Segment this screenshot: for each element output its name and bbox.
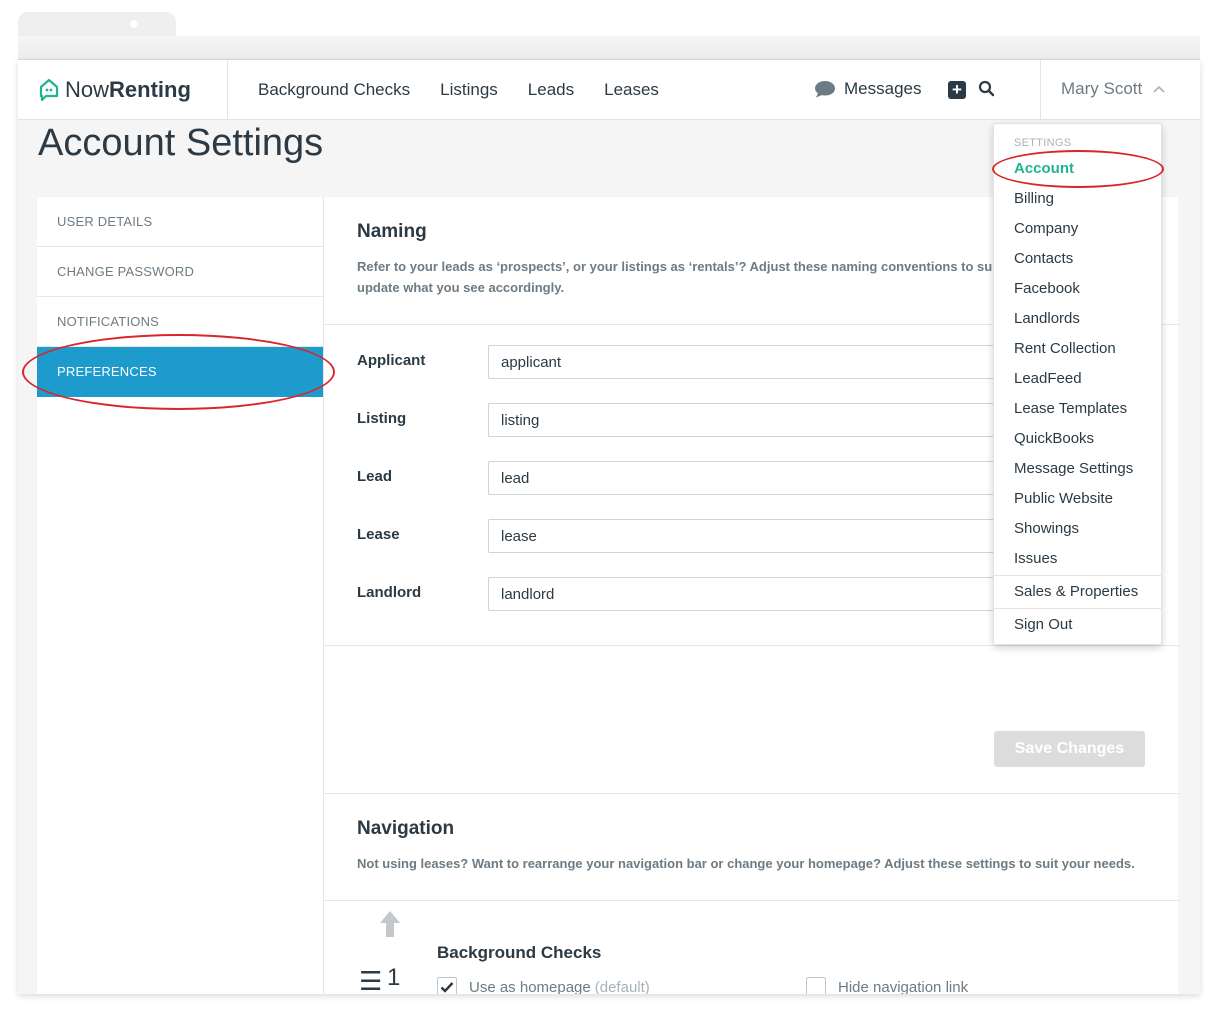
nav-order-number: 1 [387,964,401,991]
lead-input[interactable] [488,461,1048,495]
browser-chrome-bar [18,36,1200,60]
top-navigation: Now Renting Background Checks Listings Le… [18,60,1200,120]
user-menu-toggle[interactable]: Mary Scott [1061,79,1166,99]
dropdown-item-showings[interactable]: Showings [994,514,1161,544]
dropdown-item-leadfeed[interactable]: LeadFeed [994,364,1161,394]
divider [324,645,1179,646]
nav-item-title: Background Checks [437,943,602,962]
divider [324,900,1179,901]
dropdown-item-billing[interactable]: Billing [994,184,1161,214]
tab-dot-icon [130,20,138,28]
sidebar-item-user-details[interactable]: USER DETAILS [37,197,323,247]
naming-title: Naming [357,221,427,242]
nowrenting-logo[interactable]: Now Renting [38,76,191,104]
save-changes-button[interactable]: Save Changes [994,731,1145,767]
dropdown-item-sign-out[interactable]: Sign Out [994,610,1161,640]
dropdown-item-rent-collection[interactable]: Rent Collection [994,334,1161,364]
settings-sidebar: USER DETAILS CHANGE PASSWORD NOTIFICATIO… [37,197,323,994]
applicant-input[interactable] [488,345,1048,379]
nav-link-listings[interactable]: Listings [440,80,498,100]
settings-dropdown: SETTINGS Account Billing Company Contact… [993,123,1162,645]
plus-square-icon[interactable]: + [948,81,966,99]
lease-input[interactable] [488,519,1048,553]
browser-frame: Now Renting Background Checks Listings Le… [18,0,1200,994]
reorder-control: ☰ 1 [357,910,417,994]
nav-link-leases[interactable]: Leases [604,80,659,100]
homepage-checkbox[interactable] [437,977,457,994]
dropdown-item-contacts[interactable]: Contacts [994,244,1161,274]
user-divider [1040,60,1041,120]
logo-text-renting: Renting [109,77,191,102]
dropdown-item-facebook[interactable]: Facebook [994,274,1161,304]
dropdown-divider [994,575,1161,576]
dropdown-item-message-settings[interactable]: Message Settings [994,454,1161,484]
chevron-up-icon [1153,85,1165,93]
sidebar-item-notifications[interactable]: NOTIFICATIONS [37,297,323,347]
hide-link-checkbox[interactable] [806,977,826,994]
applicant-label: Applicant [357,352,426,369]
landlord-input[interactable] [488,577,1048,611]
dropdown-item-account[interactable]: Account [994,154,1161,184]
chat-bubble-icon [815,81,835,98]
app-viewport: Now Renting Background Checks Listings Le… [18,60,1200,994]
dropdown-item-public-website[interactable]: Public Website [994,484,1161,514]
arrow-up-icon[interactable] [379,910,401,938]
dropdown-item-lease-templates[interactable]: Lease Templates [994,394,1161,424]
nav-link-background-checks[interactable]: Background Checks [258,80,410,100]
homepage-label: Use as homepage [469,978,591,995]
listing-label: Listing [357,410,407,427]
nav-link-leads[interactable]: Leads [528,80,574,100]
lead-label: Lead [357,468,393,485]
house-chat-icon [39,78,59,102]
homepage-default-note: (default) [594,978,650,995]
hide-link-label: Hide navigation link [838,978,969,995]
use-as-homepage-option[interactable]: Use as homepage (default) [437,977,650,994]
dropdown-item-quickbooks[interactable]: QuickBooks [994,424,1161,454]
checkmark-icon [440,982,454,993]
page-title: Account Settings [38,122,324,164]
dropdown-item-landlords[interactable]: Landlords [994,304,1161,334]
drag-handle-icon[interactable]: ☰ [359,966,382,994]
hide-navigation-option[interactable]: Hide navigation link [806,977,968,994]
main-nav-links: Background Checks Listings Leads Leases [258,60,689,120]
search-icon[interactable] [978,80,996,98]
sidebar-item-preferences[interactable]: PREFERENCES [37,347,323,397]
logo-text-now: Now [65,77,110,102]
dropdown-header: SETTINGS [1014,137,1072,149]
browser-tab[interactable] [18,12,176,36]
dropdown-divider [994,608,1161,609]
messages-link[interactable]: Messages [814,79,921,99]
nav-divider [227,60,228,120]
navigation-description: Not using leases? Want to rearrange your… [357,856,1135,871]
lease-label: Lease [357,526,400,543]
dropdown-item-sales-properties[interactable]: Sales & Properties [994,577,1161,607]
naming-description-line-1: Refer to your leads as ‘prospects’, or y… [357,259,1001,274]
sidebar-item-change-password[interactable]: CHANGE PASSWORD [37,247,323,297]
landlord-label: Landlord [357,584,422,601]
navigation-title: Navigation [357,818,455,839]
dropdown-item-issues[interactable]: Issues [994,544,1161,574]
user-name: Mary Scott [1061,79,1143,98]
dropdown-item-company[interactable]: Company [994,214,1161,244]
dropdown-list: Account Billing Company Contacts Faceboo… [994,154,1161,640]
divider [324,793,1179,794]
naming-description-line-2: update what you see accordingly. [357,280,565,295]
messages-label: Messages [844,79,922,98]
listing-input[interactable] [488,403,1048,437]
